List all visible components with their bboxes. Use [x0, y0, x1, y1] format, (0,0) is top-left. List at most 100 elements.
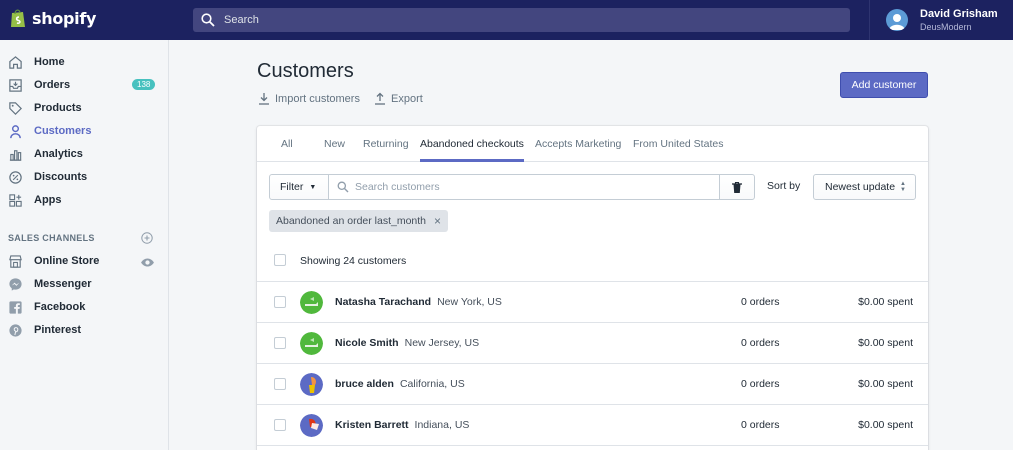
sidebar-item-label: Home	[34, 56, 65, 68]
customer-row[interactable]: Kristen Barrett Indiana, US 0 orders $0.0…	[257, 405, 928, 446]
customer-name[interactable]: Nicole Smith	[335, 337, 399, 349]
sales-channels-heading: SALES CHANNELS	[8, 233, 95, 243]
sidebar-item-label: Facebook	[34, 301, 86, 313]
row-checkbox[interactable]	[274, 419, 286, 431]
top-bar: shopify Search David Grisham DeusModern	[0, 0, 1013, 40]
avatar-illustration-icon	[300, 291, 323, 314]
filter-label: Filter	[280, 181, 304, 193]
trash-icon	[732, 181, 742, 193]
sidebar-item-label: Messenger	[34, 278, 92, 290]
search-icon	[201, 13, 215, 27]
sort-label: Sort by	[767, 180, 801, 192]
tab-returning[interactable]: Returning	[363, 126, 409, 162]
sidebar-item-discounts[interactable]: Discounts	[0, 166, 169, 188]
eye-icon[interactable]	[140, 255, 155, 270]
select-caret-icon: ▲ ▼	[900, 181, 906, 193]
sidebar-item-online-store[interactable]: Online Store	[0, 250, 169, 272]
sidebar-item-pinterest[interactable]: Pinterest	[0, 319, 169, 341]
filter-button[interactable]: Filter ▼	[269, 174, 329, 200]
customer-orders: 0 orders	[741, 378, 780, 390]
avatar-illustration-icon	[300, 373, 323, 396]
shopify-logo[interactable]: shopify	[10, 8, 96, 28]
apps-icon	[9, 193, 22, 207]
user-name: David Grisham	[920, 8, 998, 20]
download-icon	[259, 93, 269, 105]
avatar-illustration-icon	[300, 332, 323, 355]
customer-spent: $0.00 spent	[858, 337, 913, 349]
user-menu[interactable]: David Grisham DeusModern	[869, 0, 998, 40]
row-checkbox[interactable]	[274, 296, 286, 308]
avatar-illustration-icon	[300, 414, 323, 437]
sidebar-item-apps[interactable]: Apps	[0, 189, 169, 211]
showing-count: Showing 24 customers	[300, 255, 407, 267]
shopify-bag-icon	[11, 9, 25, 27]
import-customers-link[interactable]: Import customers	[258, 92, 360, 105]
customer-orders: 0 orders	[741, 419, 780, 431]
customer-row[interactable]: Natasha Tarachand New York, US 0 orders $…	[257, 282, 928, 323]
tab-all[interactable]: All	[281, 126, 293, 162]
brand-name: shopify	[32, 8, 97, 28]
customer-name[interactable]: Kristen Barrett	[335, 419, 409, 431]
customer-search-field[interactable]	[328, 174, 720, 200]
customer-tabs: All New Returning Abandoned checkouts Ac…	[257, 126, 928, 162]
sidebar-item-label: Discounts	[34, 171, 88, 183]
customer-location: New York, US	[437, 296, 502, 308]
close-icon[interactable]: ×	[434, 214, 441, 228]
sidebar-item-label: Products	[34, 102, 82, 114]
sidebar-item-products[interactable]: Products	[0, 97, 169, 119]
customer-spent: $0.00 spent	[858, 419, 913, 431]
sort-value: Newest update	[825, 181, 896, 193]
facebook-icon	[9, 300, 22, 314]
discount-icon	[9, 170, 22, 184]
customer-name[interactable]: Natasha Tarachand	[335, 296, 431, 308]
customer-row[interactable]: Nicole Smith New Jersey, US 0 orders $0.0…	[257, 323, 928, 364]
orders-icon	[9, 78, 22, 92]
applied-filter-label: Abandoned an order last_month	[276, 215, 427, 227]
delete-filter-button[interactable]	[719, 174, 755, 200]
sidebar-item-analytics[interactable]: Analytics	[0, 143, 169, 165]
sidebar-item-customers[interactable]: Customers	[0, 120, 169, 142]
user-avatar	[886, 9, 908, 31]
import-label: Import customers	[275, 92, 360, 105]
tab-from-united-states[interactable]: From United States	[633, 126, 723, 162]
export-link[interactable]: Export	[374, 92, 423, 105]
orders-count-badge: 138	[132, 79, 156, 90]
sidebar: Home Orders 138 Products Customers Analy…	[0, 40, 169, 450]
home-icon	[9, 55, 22, 69]
sidebar-item-label: Apps	[34, 194, 62, 206]
row-checkbox[interactable]	[274, 378, 286, 390]
bar-chart-icon	[9, 149, 22, 161]
global-search-input[interactable]: Search	[193, 8, 850, 32]
customer-row[interactable]: bruce alden California, US 0 orders $0.00…	[257, 364, 928, 405]
customer-spent: $0.00 spent	[858, 296, 913, 308]
add-sales-channel-icon[interactable]	[141, 232, 153, 244]
select-all-checkbox[interactable]	[274, 254, 286, 266]
sort-select[interactable]: Newest update ▲ ▼	[813, 174, 916, 200]
caret-down-icon: ▼	[309, 183, 317, 191]
add-customer-button[interactable]: Add customer	[840, 72, 928, 98]
store-name: DeusModern	[920, 22, 972, 32]
row-checkbox[interactable]	[274, 337, 286, 349]
customer-orders: 0 orders	[741, 337, 780, 349]
customer-location: Indiana, US	[414, 419, 470, 431]
sidebar-item-orders[interactable]: Orders 138	[0, 74, 169, 96]
tab-new[interactable]: New	[324, 126, 345, 162]
sidebar-item-home[interactable]: Home	[0, 51, 169, 73]
sidebar-item-facebook[interactable]: Facebook	[0, 296, 169, 318]
select-all-row: Showing 24 customers	[257, 242, 928, 282]
tab-accepts-marketing[interactable]: Accepts Marketing	[535, 126, 621, 162]
person-icon	[10, 124, 21, 138]
customer-avatar	[300, 332, 323, 355]
tab-abandoned-checkouts[interactable]: Abandoned checkouts	[420, 126, 524, 162]
sidebar-item-label: Analytics	[34, 148, 83, 160]
customer-spent: $0.00 spent	[858, 378, 913, 390]
customer-search-input[interactable]	[355, 181, 695, 193]
customer-name[interactable]: bruce alden	[335, 378, 394, 390]
sidebar-item-label: Pinterest	[34, 324, 82, 336]
customers-card: All New Returning Abandoned checkouts Ac…	[257, 126, 928, 450]
sidebar-item-messenger[interactable]: Messenger	[0, 273, 169, 295]
tag-icon	[9, 101, 22, 115]
search-icon	[337, 181, 349, 193]
customer-avatar	[300, 373, 323, 396]
pinterest-icon	[9, 323, 22, 337]
